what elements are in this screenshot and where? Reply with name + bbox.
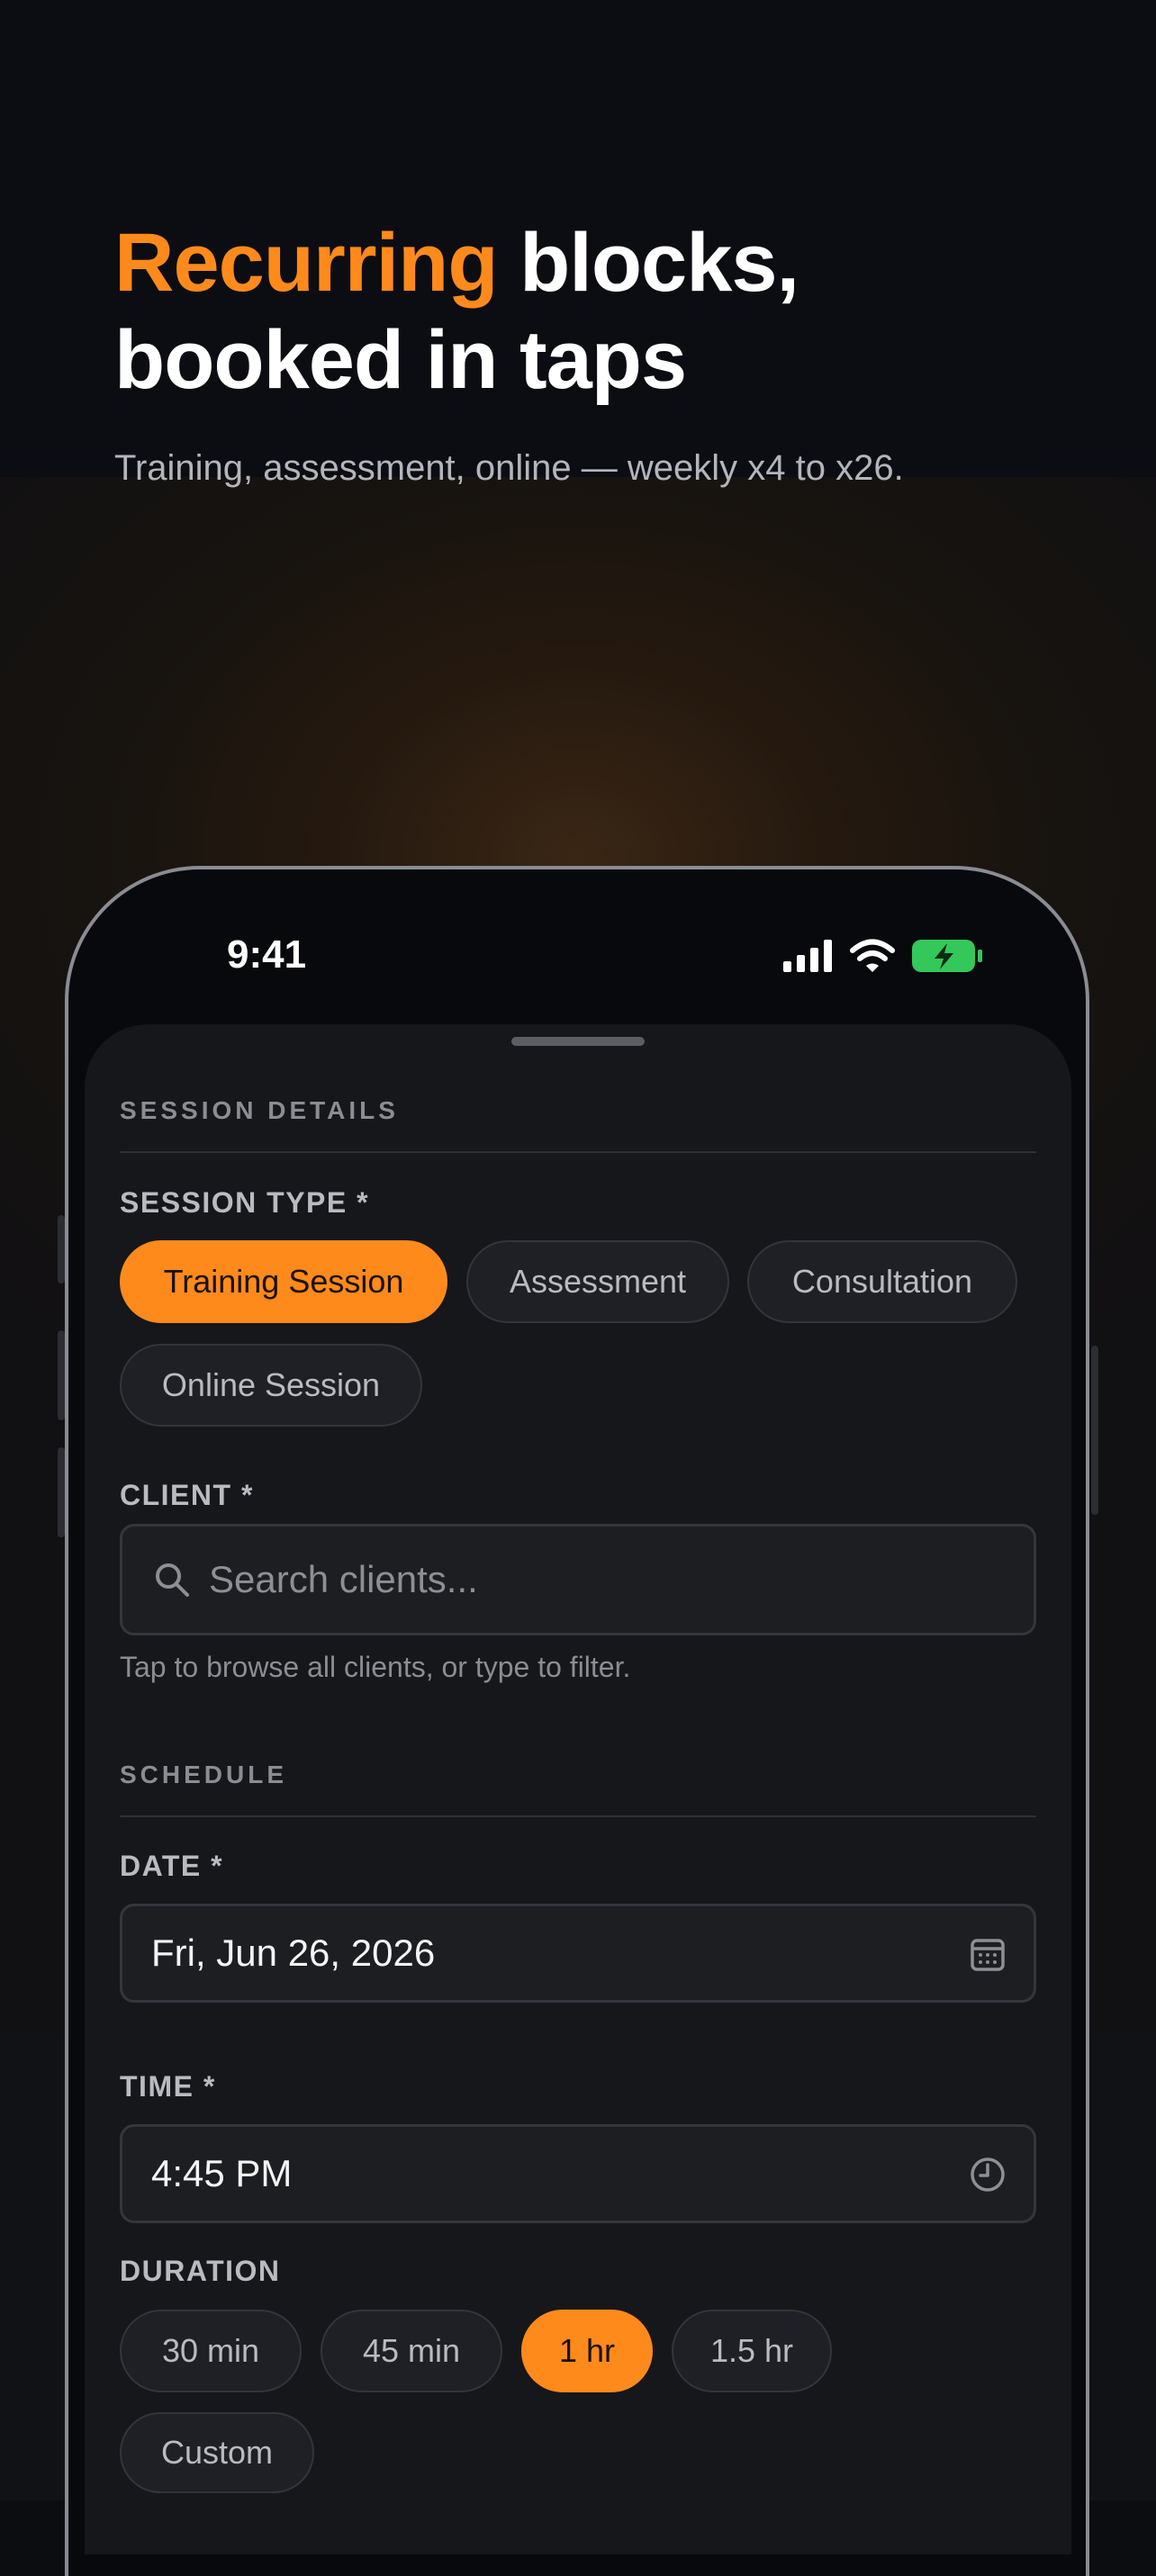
status-time: 9:41 <box>227 932 307 977</box>
cellular-signal-icon <box>783 940 832 972</box>
section-divider <box>120 1815 1036 1817</box>
client-search-field[interactable] <box>120 1524 1036 1635</box>
calendar-icon <box>971 1939 1005 1971</box>
duration-chip-1-hr[interactable]: 1 hr <box>521 2310 653 2392</box>
wifi-icon <box>850 939 895 972</box>
date-value: Fri, Jun 26, 2026 <box>151 1932 436 1974</box>
date-field[interactable]: Fri, Jun 26, 2026 <box>120 1904 1036 2003</box>
time-value: 4:45 PM <box>151 2152 293 2194</box>
client-search-input[interactable] <box>209 1527 1001 1633</box>
search-icon <box>156 1563 189 1597</box>
phone-power-button <box>1091 1346 1098 1515</box>
session-type-label: SESSION TYPE * <box>120 1186 370 1219</box>
duration-chip-1-5-hr[interactable]: 1.5 hr <box>672 2310 832 2392</box>
session-type-chip-online[interactable]: Online Session <box>120 1344 422 1427</box>
duration-chip-45-min[interactable]: 45 min <box>321 2310 502 2392</box>
duration-label: DURATION <box>120 2255 281 2287</box>
duration-chip-custom[interactable]: Custom <box>120 2412 314 2493</box>
sheet-drag-handle[interactable] <box>511 1037 645 1046</box>
battery-charging-icon <box>912 940 982 972</box>
hero-headline: Recurring blocks, booked in taps <box>114 214 1060 409</box>
section-title-session-details: SESSION DETAILS <box>120 1096 399 1124</box>
session-type-chip-consultation[interactable]: Consultation <box>747 1240 1017 1323</box>
time-label: TIME * <box>120 2070 216 2103</box>
hero-subheadline: Training, assessment, online — weekly x4… <box>114 448 904 488</box>
client-helper-text: Tap to browse all clients, or type to fi… <box>120 1651 631 1683</box>
clock-icon <box>971 2157 1005 2192</box>
date-label: DATE * <box>120 1850 224 1882</box>
session-type-chip-assessment[interactable]: Assessment <box>466 1240 729 1323</box>
session-type-chip-training[interactable]: Training Session <box>120 1240 447 1323</box>
client-label: CLIENT * <box>120 1479 254 1511</box>
section-title-schedule: SCHEDULE <box>120 1761 288 1788</box>
phone-mute-switch <box>58 1215 65 1283</box>
phone-volume-up-button <box>58 1330 65 1420</box>
phone-volume-down-button <box>58 1447 65 1537</box>
time-field[interactable]: 4:45 PM <box>120 2124 1036 2223</box>
section-divider <box>120 1151 1036 1153</box>
duration-chip-30-min[interactable]: 30 min <box>120 2310 302 2392</box>
status-icons <box>783 936 983 976</box>
hero-headline-accent: Recurring <box>114 217 499 309</box>
